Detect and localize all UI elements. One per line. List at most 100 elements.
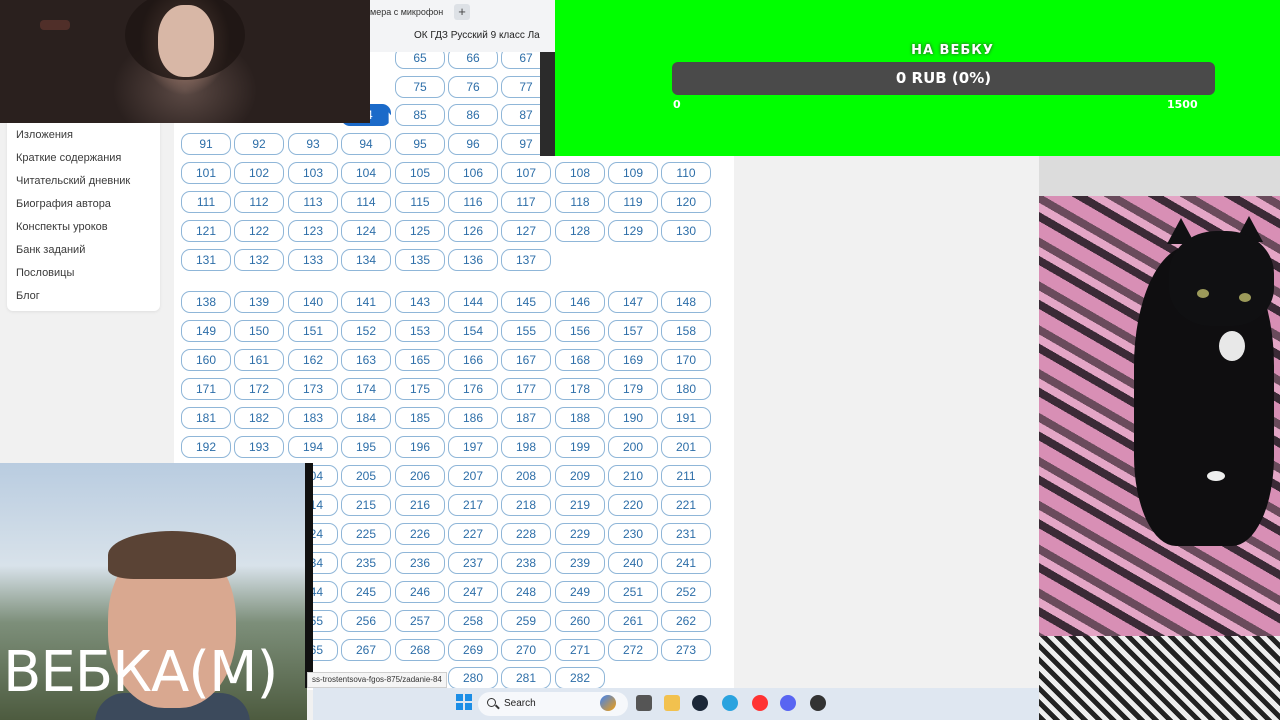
- task-number-button[interactable]: 191: [661, 407, 711, 429]
- discord-icon[interactable]: [780, 695, 796, 711]
- task-number-button[interactable]: 155: [501, 320, 551, 342]
- task-number-button[interactable]: 241: [661, 552, 711, 574]
- task-number-button[interactable]: 185: [395, 407, 445, 429]
- sidebar-item-author-biography[interactable]: Биография автора: [7, 197, 160, 220]
- task-number-button[interactable]: 208: [501, 465, 551, 487]
- task-number-button[interactable]: 211: [661, 465, 711, 487]
- task-number-button[interactable]: 144: [448, 291, 498, 313]
- task-number-button[interactable]: 262: [661, 610, 711, 632]
- task-number-button[interactable]: 270: [501, 639, 551, 661]
- task-number-button[interactable]: 147: [608, 291, 658, 313]
- task-number-button[interactable]: 207: [448, 465, 498, 487]
- task-number-button[interactable]: 107: [501, 162, 551, 184]
- sidebar-item-lesson-notes[interactable]: Конспекты уроков: [7, 220, 160, 243]
- task-number-button[interactable]: 131: [181, 249, 231, 271]
- task-number-button[interactable]: 217: [448, 494, 498, 516]
- task-number-button[interactable]: 179: [608, 378, 658, 400]
- task-number-button[interactable]: 94: [341, 133, 391, 155]
- task-number-button[interactable]: 121: [181, 220, 231, 242]
- task-number-button[interactable]: 119: [608, 191, 658, 213]
- task-number-button[interactable]: 135: [395, 249, 445, 271]
- task-number-button[interactable]: 103: [288, 162, 338, 184]
- task-number-button[interactable]: 93: [288, 133, 338, 155]
- task-number-button[interactable]: 196: [395, 436, 445, 458]
- task-number-button[interactable]: 181: [181, 407, 231, 429]
- task-number-button[interactable]: 194: [288, 436, 338, 458]
- task-number-button[interactable]: 209: [555, 465, 605, 487]
- task-number-button[interactable]: 282: [555, 667, 605, 689]
- task-number-button[interactable]: 150: [234, 320, 284, 342]
- task-number-button[interactable]: 134: [341, 249, 391, 271]
- task-number-button[interactable]: 198: [501, 436, 551, 458]
- task-number-button[interactable]: 225: [341, 523, 391, 545]
- obs-icon[interactable]: [810, 695, 826, 711]
- task-number-button[interactable]: 220: [608, 494, 658, 516]
- task-number-button[interactable]: 146: [555, 291, 605, 313]
- task-number-button[interactable]: 86: [448, 104, 498, 126]
- task-number-button[interactable]: 259: [501, 610, 551, 632]
- task-number-button[interactable]: 128: [555, 220, 605, 242]
- task-view-icon[interactable]: [636, 695, 652, 711]
- task-number-button[interactable]: 251: [608, 581, 658, 603]
- task-number-button[interactable]: 267: [341, 639, 391, 661]
- task-number-button[interactable]: 235: [341, 552, 391, 574]
- task-number-button[interactable]: 137: [501, 249, 551, 271]
- task-number-button[interactable]: 281: [501, 667, 551, 689]
- task-number-button[interactable]: 152: [341, 320, 391, 342]
- task-number-button[interactable]: 180: [661, 378, 711, 400]
- task-number-button[interactable]: 75: [395, 76, 445, 98]
- task-number-button[interactable]: 187: [501, 407, 551, 429]
- task-number-button[interactable]: 268: [395, 639, 445, 661]
- task-number-button[interactable]: 132: [234, 249, 284, 271]
- task-number-button[interactable]: 177: [501, 378, 551, 400]
- task-number-button[interactable]: 120: [661, 191, 711, 213]
- task-number-button[interactable]: 136: [448, 249, 498, 271]
- task-number-button[interactable]: 122: [234, 220, 284, 242]
- task-number-button[interactable]: 271: [555, 639, 605, 661]
- task-number-button[interactable]: 157: [608, 320, 658, 342]
- browser-tab[interactable]: мера с микрофон: [370, 2, 452, 22]
- task-number-button[interactable]: 115: [395, 191, 445, 213]
- task-number-button[interactable]: 85: [395, 104, 445, 126]
- task-number-button[interactable]: 245: [341, 581, 391, 603]
- task-number-button[interactable]: 123: [288, 220, 338, 242]
- sidebar-item-proverbs[interactable]: Пословицы: [7, 266, 160, 289]
- task-number-button[interactable]: 246: [395, 581, 445, 603]
- task-number-button[interactable]: 199: [555, 436, 605, 458]
- task-number-button[interactable]: 116: [448, 191, 498, 213]
- task-number-button[interactable]: 249: [555, 581, 605, 603]
- sidebar-item-izlozheniya[interactable]: Изложения: [7, 128, 160, 151]
- task-number-button[interactable]: 273: [661, 639, 711, 661]
- task-number-button[interactable]: 197: [448, 436, 498, 458]
- task-number-button[interactable]: 272: [608, 639, 658, 661]
- task-number-button[interactable]: 133: [288, 249, 338, 271]
- task-number-button[interactable]: 156: [555, 320, 605, 342]
- task-number-button[interactable]: 76: [448, 76, 498, 98]
- sidebar-item-summaries[interactable]: Краткие содержания: [7, 151, 160, 174]
- task-number-button[interactable]: 230: [608, 523, 658, 545]
- task-number-button[interactable]: 163: [341, 349, 391, 371]
- task-number-button[interactable]: 161: [234, 349, 284, 371]
- task-number-button[interactable]: 205: [341, 465, 391, 487]
- task-number-button[interactable]: 162: [288, 349, 338, 371]
- task-number-button[interactable]: 256: [341, 610, 391, 632]
- task-number-button[interactable]: 186: [448, 407, 498, 429]
- task-number-button[interactable]: 110: [661, 162, 711, 184]
- task-number-button[interactable]: 216: [395, 494, 445, 516]
- task-number-button[interactable]: 118: [555, 191, 605, 213]
- task-number-button[interactable]: 165: [395, 349, 445, 371]
- task-number-button[interactable]: 170: [661, 349, 711, 371]
- task-number-button[interactable]: 260: [555, 610, 605, 632]
- task-number-button[interactable]: 127: [501, 220, 551, 242]
- file-explorer-icon[interactable]: [664, 695, 680, 711]
- sidebar-item-reading-diary[interactable]: Читательский дневник: [7, 174, 160, 197]
- task-number-button[interactable]: 201: [661, 436, 711, 458]
- task-number-button[interactable]: 129: [608, 220, 658, 242]
- task-number-button[interactable]: 221: [661, 494, 711, 516]
- task-number-button[interactable]: 166: [448, 349, 498, 371]
- task-number-button[interactable]: 215: [341, 494, 391, 516]
- windows-start-icon[interactable]: [456, 694, 472, 710]
- task-number-button[interactable]: 176: [448, 378, 498, 400]
- task-number-button[interactable]: 192: [181, 436, 231, 458]
- task-number-button[interactable]: 113: [288, 191, 338, 213]
